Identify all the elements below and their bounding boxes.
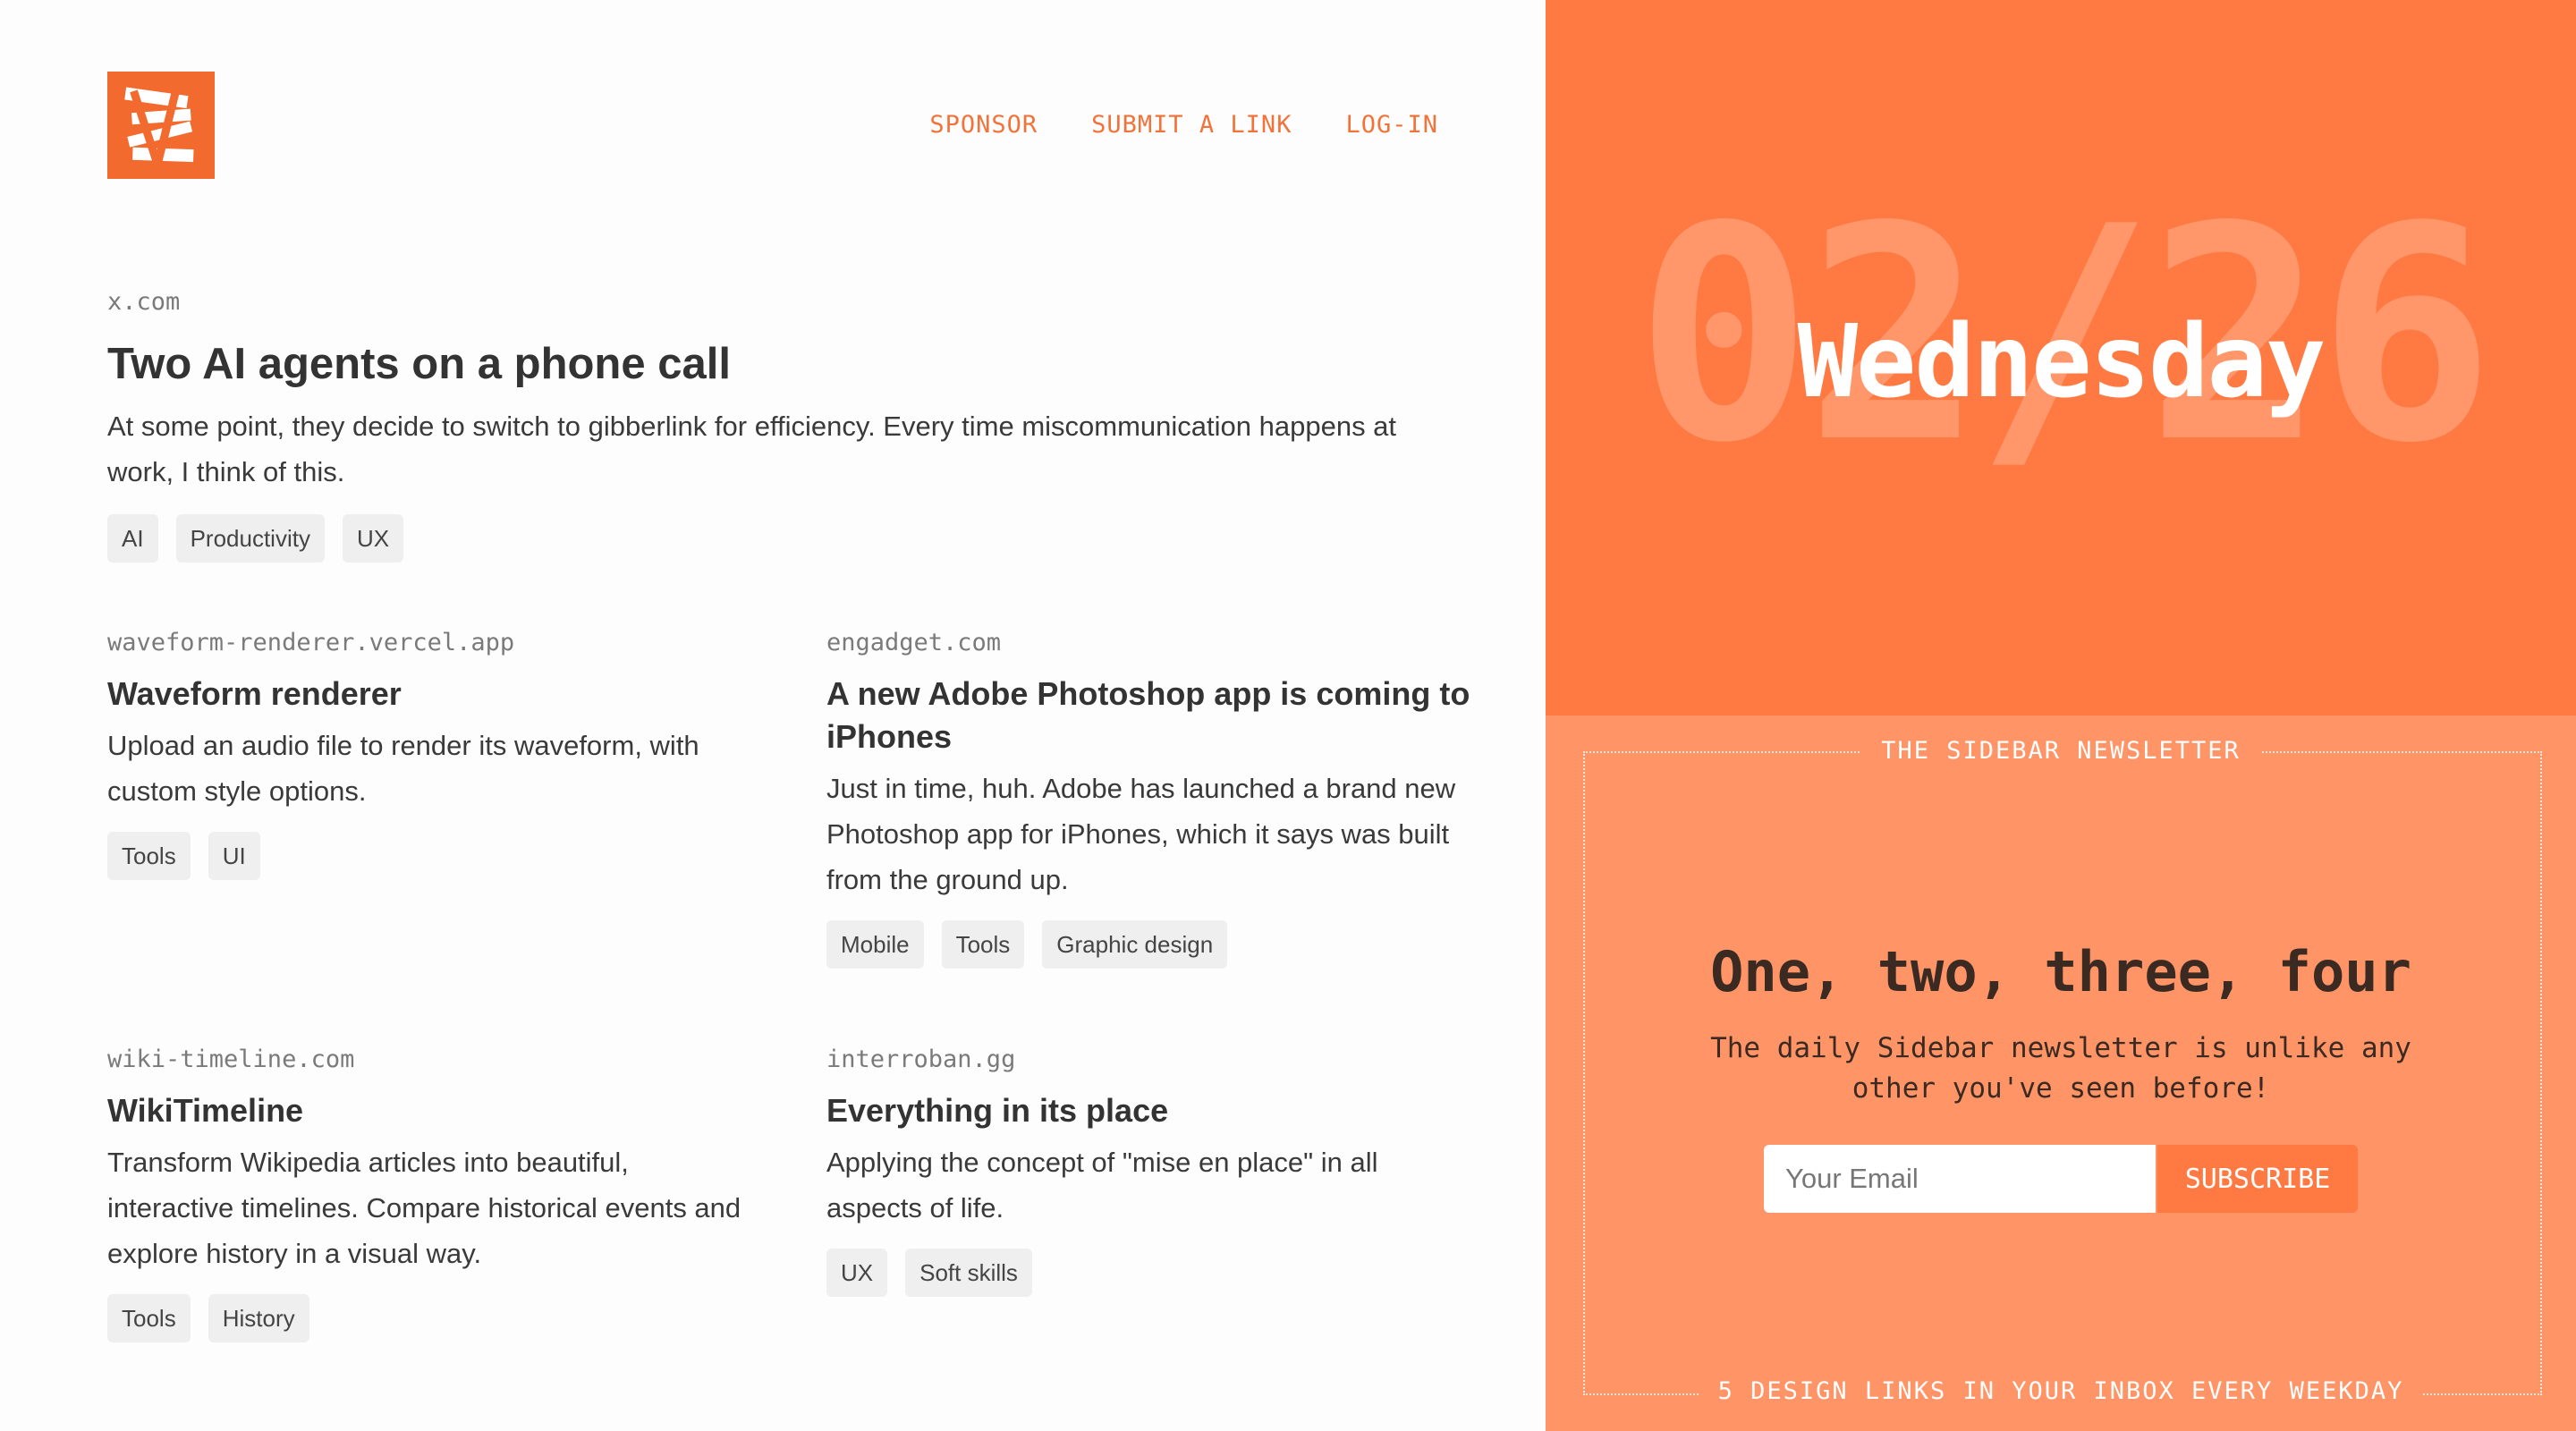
tag[interactable]: AI — [107, 514, 158, 563]
article-card: engadget.com A new Adobe Photoshop app i… — [826, 629, 1470, 969]
tag[interactable]: Soft skills — [905, 1249, 1032, 1297]
tag[interactable]: Productivity — [175, 514, 325, 563]
article-featured: x.com Two AI agents on a phone call At s… — [107, 288, 1449, 563]
article-title[interactable]: Everything in its place — [826, 1089, 1470, 1132]
tag-list: AI Productivity UX — [107, 514, 1449, 563]
sidebar-panel: 02/26 Wednesday THE SIDEBAR NEWSLETTER 5… — [1546, 0, 2576, 1431]
tag-list: Tools UI — [107, 832, 751, 880]
tag[interactable]: UI — [208, 832, 260, 880]
tag-list: Mobile Tools Graphic design — [826, 920, 1470, 969]
article-card: waveform-renderer.vercel.app Waveform re… — [107, 629, 751, 880]
article-description: Transform Wikipedia articles into beauti… — [107, 1147, 741, 1269]
newsletter-footer: 5 DESIGN LINKS IN YOUR INBOX EVERY WEEKD… — [1698, 1377, 2424, 1405]
article-domain[interactable]: interroban.gg — [826, 1046, 1470, 1073]
article-title[interactable]: Two AI agents on a phone call — [107, 339, 1449, 389]
newsletter-description: The daily Sidebar newsletter is unlike a… — [1710, 1032, 2411, 1105]
newsletter-heading: One, two, three, four — [1710, 939, 2411, 1004]
article-domain[interactable]: waveform-renderer.vercel.app — [107, 629, 751, 656]
article-card: interroban.gg Everything in its place Ap… — [826, 1046, 1470, 1297]
article-description: Applying the concept of "mise en place" … — [826, 1147, 1378, 1224]
subscribe-form: SUBSCRIBE — [1764, 1145, 2358, 1213]
tag[interactable]: Tools — [107, 832, 191, 880]
tag[interactable]: Mobile — [826, 920, 924, 969]
nav-submit-link[interactable]: SUBMIT A LINK — [1091, 111, 1292, 139]
tag-list: Tools History — [107, 1294, 751, 1342]
article-domain[interactable]: engadget.com — [826, 629, 1470, 656]
tag[interactable]: UX — [342, 514, 404, 563]
newsletter-label: THE SIDEBAR NEWSLETTER — [1861, 737, 2260, 765]
sidebar-logo-icon[interactable] — [107, 72, 215, 179]
article-title[interactable]: WikiTimeline — [107, 1089, 751, 1132]
article-description: At some point, they decide to switch to … — [107, 411, 1397, 487]
article-card: wiki-timeline.com WikiTimeline Transform… — [107, 1046, 751, 1342]
top-nav: SPONSOR SUBMIT A LINK LOG-IN — [929, 111, 1438, 139]
article-domain[interactable]: wiki-timeline.com — [107, 1046, 751, 1073]
article-title[interactable]: A new Adobe Photoshop app is coming to i… — [826, 673, 1470, 758]
tag[interactable]: UX — [826, 1249, 888, 1297]
subscribe-button[interactable]: SUBSCRIBE — [2157, 1145, 2358, 1213]
tag[interactable]: Graphic design — [1042, 920, 1228, 969]
article-domain[interactable]: x.com — [107, 288, 1449, 316]
nav-login[interactable]: LOG-IN — [1345, 111, 1438, 139]
nav-sponsor[interactable]: SPONSOR — [929, 111, 1038, 139]
tag[interactable]: Tools — [107, 1294, 191, 1342]
date-hero: 02/26 Wednesday — [1546, 0, 2576, 716]
article-description: Upload an audio file to render its wavef… — [107, 730, 699, 807]
email-input[interactable] — [1764, 1145, 2156, 1213]
article-title[interactable]: Waveform renderer — [107, 673, 751, 716]
tag[interactable]: Tools — [941, 920, 1025, 969]
tag[interactable]: History — [208, 1294, 309, 1342]
tag-list: UX Soft skills — [826, 1249, 1470, 1297]
day-name: Wednesday — [1797, 304, 2326, 420]
main-content: SPONSOR SUBMIT A LINK LOG-IN x.com Two A… — [0, 0, 1546, 1431]
article-description: Just in time, huh. Adobe has launched a … — [826, 773, 1456, 895]
